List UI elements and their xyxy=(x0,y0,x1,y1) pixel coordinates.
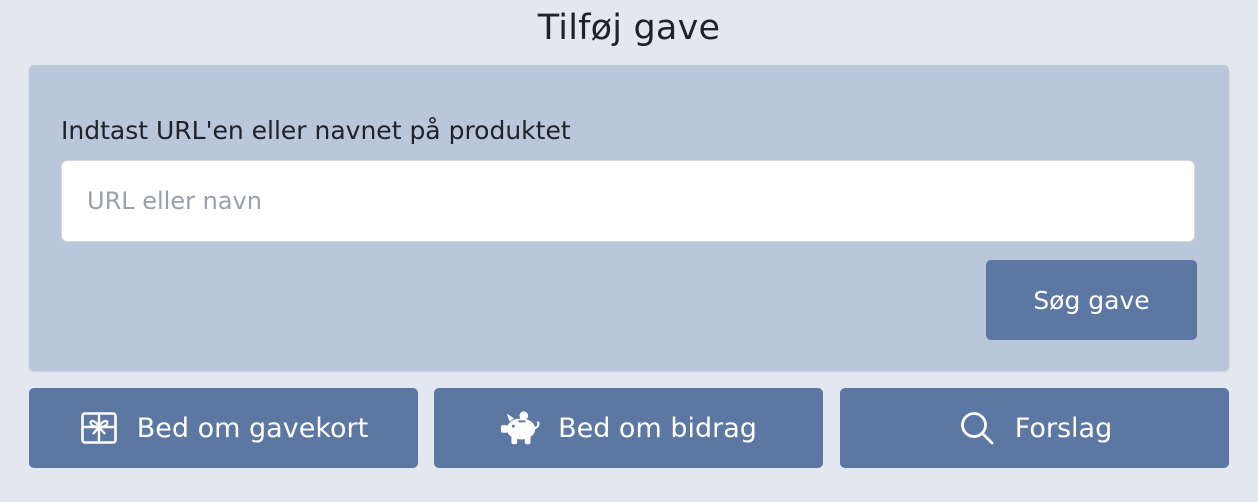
search-gift-button[interactable]: Søg gave xyxy=(986,260,1197,340)
request-contribution-label: Bed om bidrag xyxy=(558,412,757,444)
request-gift-card-label: Bed om gavekort xyxy=(136,412,369,444)
request-gift-card-button[interactable]: Bed om gavekort xyxy=(29,388,418,468)
url-field-label: Indtast URL'en eller navnet på produktet xyxy=(61,116,571,145)
page-title: Tilføj gave xyxy=(537,8,721,48)
request-contribution-button[interactable]: Bed om bidrag xyxy=(434,388,823,468)
piggy-bank-icon xyxy=(500,408,540,448)
suggestions-label: Forslag xyxy=(1014,412,1113,444)
gift-card-icon xyxy=(79,408,119,448)
suggestions-button[interactable]: Forslag xyxy=(840,388,1229,468)
gift-actions-row: Bed om gavekort Bed om bidrag Forslag xyxy=(29,388,1229,468)
url-or-name-input[interactable] xyxy=(61,160,1195,242)
search-icon xyxy=(957,408,997,448)
add-gift-panel: Indtast URL'en eller navnet på produktet… xyxy=(29,65,1229,371)
